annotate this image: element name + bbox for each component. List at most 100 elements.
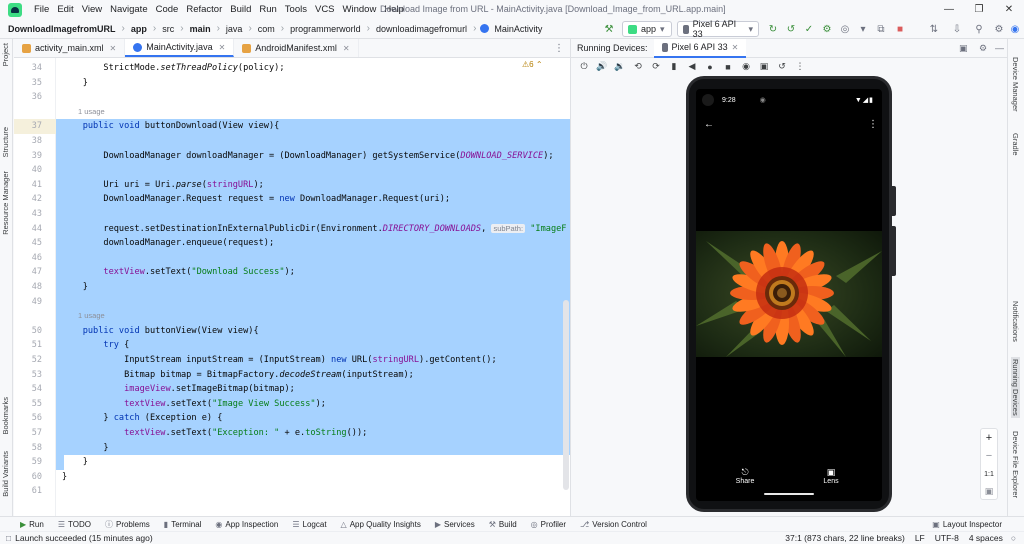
breadcrumb-java[interactable]: java: [224, 24, 245, 34]
services-tool-button[interactable]: ▶ Services: [428, 520, 482, 529]
restore-icon[interactable]: ❐: [964, 0, 994, 19]
screenshot-icon[interactable]: ◉: [738, 60, 754, 74]
apply-changes-icon[interactable]: ↺: [784, 22, 798, 36]
indent-setting[interactable]: 4 spaces: [969, 533, 1011, 543]
assistant-icon[interactable]: ◉: [1008, 22, 1022, 36]
code-line[interactable]: [56, 294, 570, 310]
menu-tools[interactable]: Tools: [281, 0, 311, 19]
file-encoding[interactable]: UTF-8: [935, 533, 969, 543]
overflow-menu-icon[interactable]: ⋮: [868, 119, 878, 130]
profile-icon[interactable]: ◎: [838, 22, 852, 36]
build-tool-button[interactable]: ⚒ Build: [482, 520, 524, 529]
zoom-actual-size-button[interactable]: 1:1: [981, 465, 997, 483]
device-tab[interactable]: Pixel 6 API 33 ✕: [653, 38, 747, 58]
code-line[interactable]: Bitmap bitmap = BitmapFactory.decodeStre…: [56, 367, 570, 383]
status-message[interactable]: Launch succeeded (15 minutes ago): [11, 533, 153, 543]
code-line[interactable]: [56, 250, 570, 266]
run-tool-button[interactable]: ▶ Run: [0, 520, 51, 529]
tab-main-activity[interactable]: MainActivity.java ✕: [125, 39, 235, 57]
code-line[interactable]: } catch (Exception e) {: [56, 411, 570, 426]
lens-button[interactable]: ▣ Lens: [820, 467, 842, 485]
more-run-icon[interactable]: ▾: [856, 22, 870, 36]
menu-run[interactable]: Run: [255, 0, 280, 19]
code-line[interactable]: try {: [56, 338, 570, 353]
device-manager-tool-button[interactable]: Device Manager: [1011, 57, 1020, 112]
back-arrow-icon[interactable]: ←: [704, 119, 714, 130]
close-tab-icon[interactable]: ✕: [110, 44, 117, 53]
record-icon[interactable]: ▣: [756, 60, 772, 74]
todo-tool-button[interactable]: ☰ TODO: [51, 520, 98, 529]
fold-icon[interactable]: ▮: [666, 60, 682, 74]
overview-icon[interactable]: ■: [720, 60, 736, 74]
terminal-tool-button[interactable]: ▮ Terminal: [157, 520, 209, 529]
code-line[interactable]: }: [56, 280, 570, 295]
settings-gear-icon[interactable]: ⚙: [992, 22, 1006, 36]
usage-hint-row[interactable]: 1 usage: [56, 105, 570, 120]
usage-count-hint[interactable]: 1 usage: [78, 309, 105, 324]
close-tab-icon[interactable]: ✕: [343, 44, 350, 53]
running-devices-tool-button[interactable]: Running Devices: [1011, 357, 1020, 418]
code-line[interactable]: }: [56, 455, 570, 470]
code-line[interactable]: [56, 163, 570, 178]
sync-gradle-icon[interactable]: ⇅: [927, 22, 941, 36]
stop-icon[interactable]: ■: [893, 22, 907, 36]
power-icon[interactable]: ⏻: [576, 60, 592, 74]
code-line[interactable]: }: [56, 470, 570, 485]
problems-tool-button[interactable]: ⓘ Problems: [98, 519, 157, 530]
layout-icon[interactable]: ▣: [959, 43, 968, 54]
attach-debugger-icon[interactable]: ⧉: [874, 22, 888, 36]
volume-down-icon[interactable]: 🔉: [612, 60, 628, 74]
line-separator[interactable]: LF: [915, 533, 935, 543]
phone-screen[interactable]: 9:28 ◉ ▼◢▮ ← ⋮ ⎋ Share ▣ Lens: [696, 89, 882, 501]
app-inspection-tool-button[interactable]: ◉ App Inspection: [208, 520, 285, 529]
menu-file[interactable]: File: [30, 0, 53, 19]
code-line[interactable]: public void buttonView(View view){: [56, 323, 570, 339]
code-line[interactable]: [56, 90, 570, 105]
notifications-tool-button[interactable]: Notifications: [1011, 301, 1020, 342]
close-tab-icon[interactable]: ✕: [732, 43, 739, 52]
logcat-tool-button[interactable]: ☰ Logcat: [285, 520, 333, 529]
code-line[interactable]: DownloadManager downloadManager = (Downl…: [56, 148, 570, 164]
breadcrumb-module[interactable]: app: [129, 24, 149, 34]
code-line[interactable]: InputStream inputStream = (InputStream) …: [56, 353, 570, 368]
rotate-left-icon[interactable]: ⟲: [630, 60, 646, 74]
menu-view[interactable]: View: [78, 0, 106, 19]
settings-gear-icon[interactable]: ⚙: [979, 43, 987, 54]
apply-code-changes-icon[interactable]: ✓: [802, 22, 816, 36]
hammer-icon[interactable]: ⚒: [602, 22, 616, 36]
reset-icon[interactable]: ↺: [774, 60, 790, 74]
tab-android-manifest[interactable]: AndroidManifest.xml ✕: [234, 39, 359, 57]
share-button[interactable]: ⎋ Share: [734, 467, 756, 485]
zoom-in-button[interactable]: +: [981, 429, 997, 447]
code-line[interactable]: DownloadManager.Request request = new Do…: [56, 192, 570, 207]
menu-window[interactable]: Window: [339, 0, 381, 19]
menu-vcs[interactable]: VCS: [311, 0, 339, 19]
lock-icon[interactable]: ○: [1011, 533, 1024, 543]
code-line[interactable]: textView.setText("Image View Success");: [56, 396, 570, 412]
home-icon[interactable]: ●: [702, 60, 718, 74]
tab-activity-main[interactable]: activity_main.xml ✕: [14, 39, 126, 57]
more-tabs-icon[interactable]: ⋮: [554, 39, 570, 57]
project-tool-button[interactable]: Project: [1, 43, 10, 66]
bookmarks-tool-button[interactable]: Bookmarks: [1, 397, 10, 435]
minimize-icon[interactable]: —: [934, 0, 964, 19]
code-line[interactable]: Uri uri = Uri.parse(stringURL);: [56, 177, 570, 193]
code-line[interactable]: textView.setText("Download Success");: [56, 265, 570, 280]
hide-panel-icon[interactable]: —: [995, 43, 1004, 53]
menu-refactor[interactable]: Refactor: [182, 0, 226, 19]
profiler-tool-button[interactable]: ◎ Profiler: [524, 520, 573, 529]
gesture-nav-bar[interactable]: [764, 493, 814, 495]
breadcrumb-src[interactable]: src: [160, 24, 176, 34]
breadcrumb-com[interactable]: com: [256, 24, 277, 34]
code-line[interactable]: StrictMode.setThreadPolicy(policy);: [56, 61, 570, 76]
device-dropdown[interactable]: Pixel 6 API 33 ▾: [677, 19, 759, 39]
code-editor[interactable]: StrictMode.setThreadPolicy(policy); } 1 u…: [56, 58, 570, 516]
menu-code[interactable]: Code: [152, 0, 183, 19]
code-line[interactable]: }: [56, 440, 570, 456]
close-tab-icon[interactable]: ✕: [219, 43, 226, 52]
code-line[interactable]: downloadManager.enqueue(request);: [56, 236, 570, 251]
code-line[interactable]: textView.setText("Exception: " + e.toStr…: [56, 426, 570, 441]
close-icon[interactable]: ✕: [994, 0, 1024, 19]
breadcrumb-package[interactable]: downloadimagefromurl: [374, 24, 469, 34]
breadcrumb-class[interactable]: MainActivity: [492, 24, 544, 34]
